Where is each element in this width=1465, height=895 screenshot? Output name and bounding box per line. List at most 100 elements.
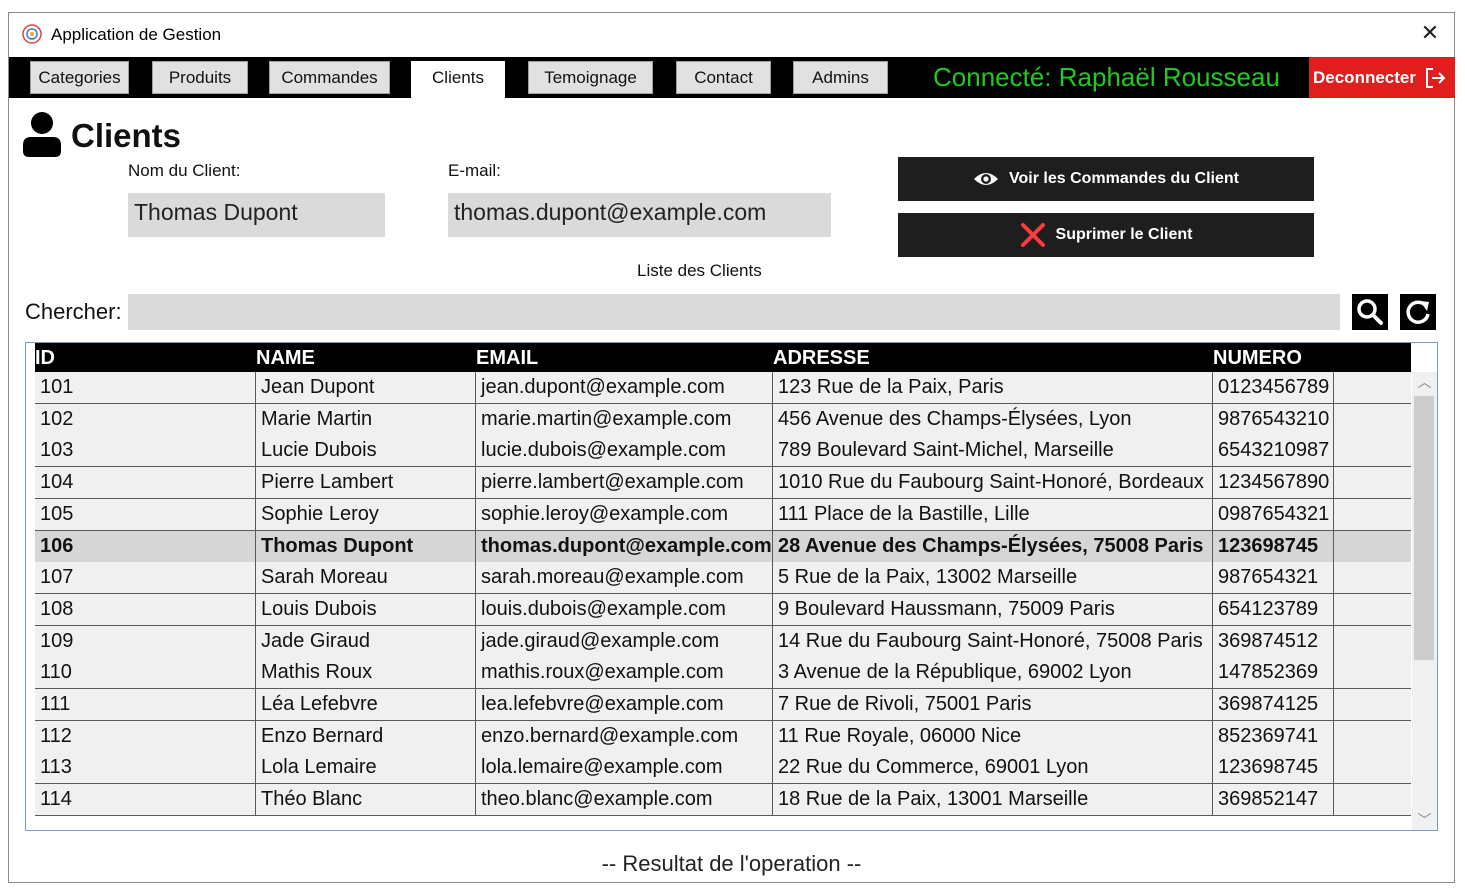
cell-number[interactable]: 123698745 [1213, 530, 1334, 562]
table-row[interactable]: 114 Théo Blanc theo.blanc@example.com 18 Ru… [35, 784, 1411, 817]
table-row[interactable]: 107 Sarah Moreau sarah.moreau@example.com 5… [35, 562, 1411, 595]
table-row[interactable]: 113 Lola Lemaire lola.lemaire@example.com 2… [35, 752, 1411, 785]
cell-email[interactable]: marie.martin@example.com [476, 403, 773, 435]
cell-id[interactable]: 108 [35, 593, 256, 625]
cell-id[interactable]: 112 [35, 720, 256, 752]
cell-address[interactable]: 18 Rue de la Paix, 13001 Marseille [773, 784, 1213, 816]
logout-button[interactable]: Deconnecter [1309, 57, 1455, 98]
cell-id[interactable]: 111 [35, 689, 256, 720]
table-row[interactable]: 102 Marie Martin marie.martin@example.com 4… [35, 403, 1411, 436]
cell-id[interactable]: 110 [35, 657, 256, 689]
cell-email[interactable]: sophie.leroy@example.com [476, 498, 773, 530]
cell-address[interactable]: 28 Avenue des Champs-Élysées, 75008 Pari… [773, 530, 1213, 562]
cell-name[interactable]: Sarah Moreau [256, 562, 476, 594]
cell-name[interactable]: Marie Martin [256, 403, 476, 435]
cell-name[interactable]: Lola Lemaire [256, 752, 476, 784]
cell-number[interactable]: 6543210987 [1213, 435, 1334, 467]
cell-id[interactable]: 107 [35, 562, 256, 594]
cell-address[interactable]: 5 Rue de la Paix, 13002 Marseille [773, 562, 1213, 594]
refresh-button[interactable] [1400, 294, 1436, 330]
cell-email[interactable]: louis.dubois@example.com [476, 593, 773, 625]
cell-email[interactable]: lucie.dubois@example.com [476, 435, 773, 467]
cell-address[interactable]: 456 Avenue des Champs-Élysées, Lyon [773, 403, 1213, 435]
table-row[interactable]: 104 Pierre Lambert pierre.lambert@example.… [35, 467, 1411, 500]
cell-id[interactable]: 106 [35, 530, 256, 562]
client-name-field[interactable]: Thomas Dupont [128, 193, 385, 237]
cell-id[interactable]: 101 [35, 372, 256, 403]
cell-number[interactable]: 852369741 [1213, 720, 1334, 752]
cell-address[interactable]: 9 Boulevard Haussmann, 75009 Paris [773, 593, 1213, 625]
cell-address[interactable]: 3 Avenue de la République, 69002 Lyon [773, 657, 1213, 689]
tab-produits[interactable]: Produits [152, 61, 248, 94]
cell-email[interactable]: jade.giraud@example.com [476, 625, 773, 657]
cell-number[interactable]: 9876543210 [1213, 403, 1334, 435]
cell-id[interactable]: 103 [35, 435, 256, 467]
tab-commandes[interactable]: Commandes [269, 61, 390, 94]
cell-email[interactable]: thomas.dupont@example.com [476, 530, 773, 562]
cell-id[interactable]: 114 [35, 784, 256, 816]
cell-number[interactable]: 1234567890 [1213, 467, 1334, 499]
table-row[interactable]: 108 Louis Dubois louis.dubois@example.com 9… [35, 593, 1411, 626]
cell-email[interactable]: enzo.bernard@example.com [476, 720, 773, 752]
table-row[interactable]: 109 Jade Giraud jade.giraud@example.com 14 … [35, 625, 1411, 658]
cell-address[interactable]: 123 Rue de la Paix, Paris [773, 372, 1213, 403]
view-orders-button[interactable]: Voir les Commandes du Client [898, 157, 1314, 201]
cell-name[interactable]: Théo Blanc [256, 784, 476, 816]
tab-temoignage[interactable]: Temoignage [528, 61, 653, 94]
search-button[interactable] [1352, 294, 1388, 330]
cell-number[interactable]: 654123789 [1213, 593, 1334, 625]
close-button[interactable]: ✕ [1418, 21, 1442, 45]
table-row[interactable]: 105 Sophie Leroy sophie.leroy@example.com 1… [35, 498, 1411, 531]
table-row[interactable]: 106 Thomas Dupont thomas.dupont@example.co… [35, 530, 1411, 563]
cell-name[interactable]: Mathis Roux [256, 657, 476, 689]
cell-email[interactable]: lola.lemaire@example.com [476, 752, 773, 784]
cell-address[interactable]: 14 Rue du Faubourg Saint-Honoré, 75008 P… [773, 625, 1213, 657]
column-header-address[interactable]: ADRESSE [773, 343, 870, 372]
tab-clients[interactable]: Clients [411, 61, 505, 98]
cell-id[interactable]: 109 [35, 625, 256, 657]
cell-name[interactable]: Pierre Lambert [256, 467, 476, 499]
cell-number[interactable]: 987654321 [1213, 562, 1334, 594]
column-header-id[interactable]: ID [35, 343, 55, 372]
cell-address[interactable]: 11 Rue Royale, 06000 Nice [773, 720, 1213, 752]
tab-categories[interactable]: Categories [30, 61, 129, 94]
cell-email[interactable]: theo.blanc@example.com [476, 784, 773, 816]
table-row[interactable]: 101 Jean Dupont jean.dupont@example.com 123… [35, 372, 1411, 404]
cell-number[interactable]: 369852147 [1213, 784, 1334, 816]
cell-address[interactable]: 789 Boulevard Saint-Michel, Marseille [773, 435, 1213, 467]
cell-name[interactable]: Sophie Leroy [256, 498, 476, 530]
vertical-scrollbar[interactable]: ︿ ﹀ [1412, 372, 1437, 830]
tab-contact[interactable]: Contact [676, 61, 771, 94]
email-field[interactable]: thomas.dupont@example.com [448, 193, 831, 237]
tab-admins[interactable]: Admins [793, 61, 888, 94]
column-header-name[interactable]: NAME [256, 343, 315, 372]
cell-id[interactable]: 113 [35, 752, 256, 784]
cell-name[interactable]: Louis Dubois [256, 593, 476, 625]
cell-name[interactable]: Enzo Bernard [256, 720, 476, 752]
cell-email[interactable]: lea.lefebvre@example.com [476, 689, 773, 720]
table-row[interactable]: 103 Lucie Dubois lucie.dubois@example.com 7… [35, 435, 1411, 468]
cell-address[interactable]: 1010 Rue du Faubourg Saint-Honoré, Borde… [773, 467, 1213, 499]
cell-address[interactable]: 22 Rue du Commerce, 69001 Lyon [773, 752, 1213, 784]
cell-number[interactable]: 123698745 [1213, 752, 1334, 784]
cell-number[interactable]: 147852369 [1213, 657, 1334, 689]
cell-name[interactable]: Thomas Dupont [256, 530, 476, 562]
scroll-thumb[interactable] [1414, 396, 1434, 660]
cell-name[interactable]: Lucie Dubois [256, 435, 476, 467]
table-row[interactable]: 111 Léa Lefebvre lea.lefebvre@example.com 7… [35, 689, 1411, 721]
scroll-up-icon[interactable]: ︿ [1412, 372, 1437, 392]
table-row[interactable]: 110 Mathis Roux mathis.roux@example.com 3 A… [35, 657, 1411, 690]
cell-number[interactable]: 0123456789 [1213, 372, 1334, 403]
cell-id[interactable]: 105 [35, 498, 256, 530]
table-row[interactable]: 112 Enzo Bernard enzo.bernard@example.com 1… [35, 720, 1411, 753]
cell-name[interactable]: Jade Giraud [256, 625, 476, 657]
search-input[interactable] [128, 294, 1340, 330]
cell-id[interactable]: 102 [35, 403, 256, 435]
cell-email[interactable]: sarah.moreau@example.com [476, 562, 773, 594]
delete-client-button[interactable]: Suprimer le Client [898, 213, 1314, 257]
cell-address[interactable]: 111 Place de la Bastille, Lille [773, 498, 1213, 530]
cell-name[interactable]: Léa Lefebvre [256, 689, 476, 720]
scroll-down-icon[interactable]: ﹀ [1412, 810, 1437, 830]
clients-table[interactable]: ID NAME EMAIL ADRESSE NUMERO 101 Jean Dup… [25, 342, 1438, 831]
cell-name[interactable]: Jean Dupont [256, 372, 476, 403]
